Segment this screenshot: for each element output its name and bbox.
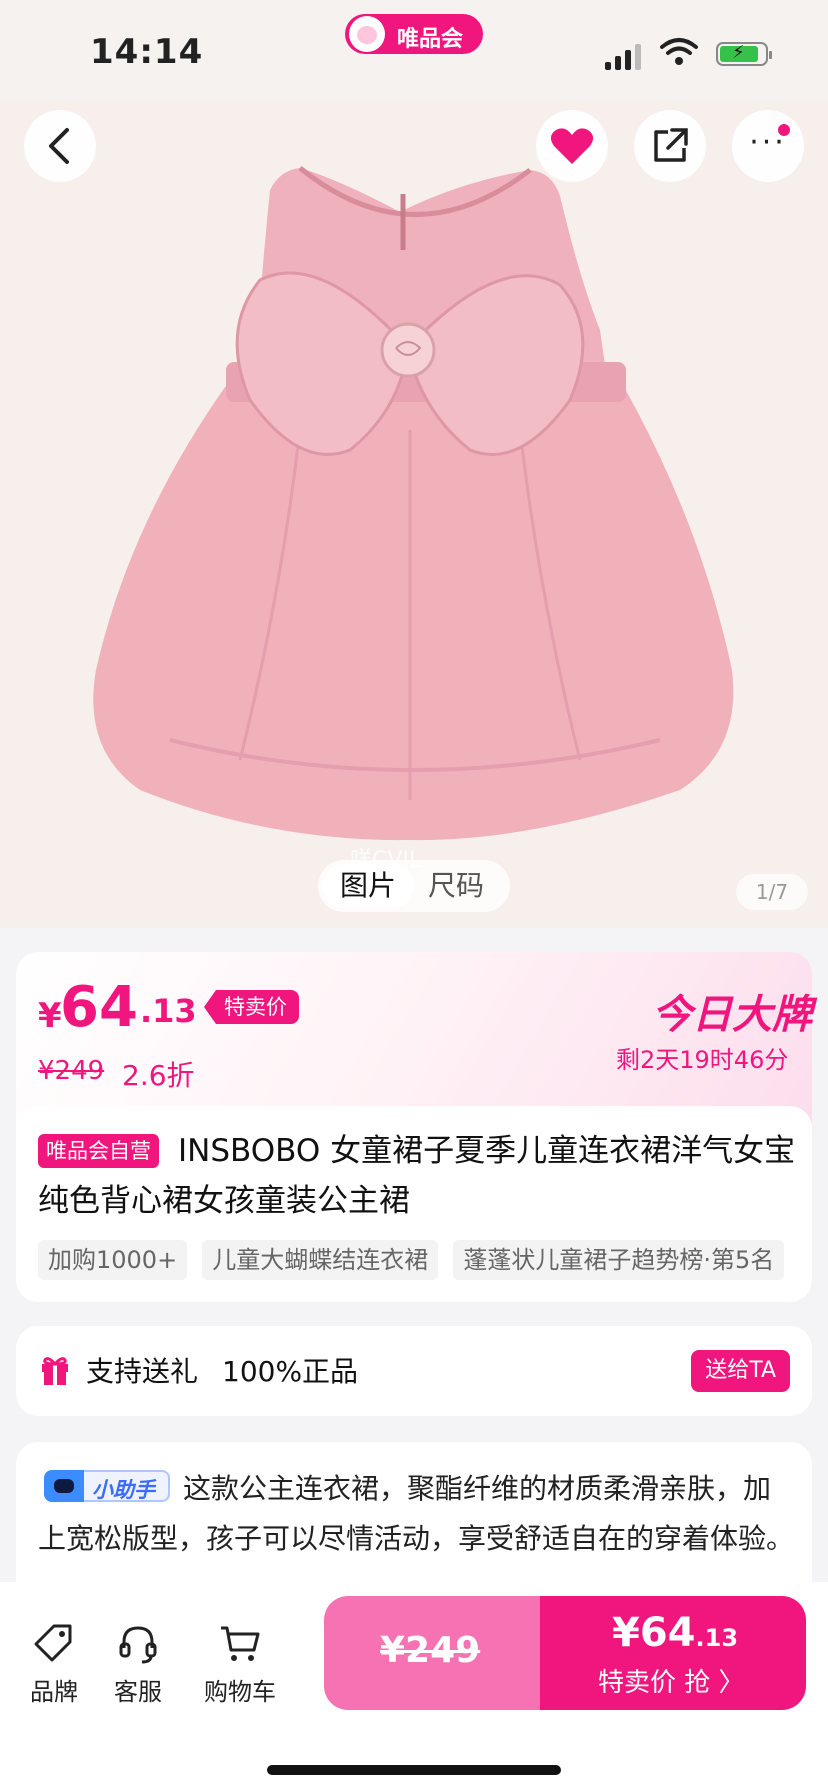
- chip-cart-count[interactable]: 加购1000+: [38, 1240, 188, 1280]
- favorite-button[interactable]: [536, 110, 608, 182]
- media-tabs: 图片 尺码: [318, 860, 510, 912]
- nav-cart[interactable]: 购物车: [200, 1622, 280, 1707]
- wifi-icon: [660, 38, 698, 65]
- notification-dot: [778, 124, 790, 136]
- signal-icon: [605, 42, 645, 70]
- bottom-bar: 品牌 客服 购物车 ¥249 ¥64.13 特卖价 抢 〉: [0, 1582, 828, 1792]
- sale-price-badge: 特卖价: [204, 990, 299, 1024]
- chevron-left-icon: [49, 128, 69, 164]
- gift-icon: [42, 1357, 68, 1385]
- original-price-button[interactable]: ¥249: [324, 1596, 540, 1710]
- share-button[interactable]: [634, 110, 706, 182]
- battery-icon: ⚡: [716, 42, 772, 66]
- image-counter: 1/7: [736, 874, 808, 910]
- nav-service[interactable]: 客服: [98, 1622, 178, 1707]
- home-indicator: [267, 1765, 561, 1775]
- tag-icon: [34, 1624, 72, 1662]
- app-badge-label: 唯品会: [397, 27, 464, 52]
- assistant-card: 这款公主连衣裙，聚酯纤维的材质柔滑亲肤，加上宽松版型，孩子可以尽情活动，享受舒适…: [16, 1442, 812, 1602]
- discount-label: 2.6折: [122, 1059, 195, 1092]
- send-gift-button[interactable]: 送给TA: [691, 1350, 790, 1392]
- nav-brand-label: 品牌: [30, 1678, 78, 1706]
- product-image[interactable]: [0, 100, 828, 928]
- back-button[interactable]: [24, 110, 96, 182]
- buy-original-price: ¥249: [380, 1630, 481, 1671]
- chip-category[interactable]: 儿童大蝴蝶结连衣裙: [202, 1240, 439, 1280]
- buy-now-label: 特卖价 抢 〉: [598, 1668, 745, 1698]
- assistant-tag: 小助手: [44, 1470, 170, 1502]
- nav-service-label: 客服: [114, 1678, 162, 1706]
- headset-icon: [119, 1626, 157, 1664]
- product-info-card: INSBOBO 女童裙子夏季儿童连衣裙洋气女宝纯色背心裙女孩童装公主裙 唯品会自…: [16, 1106, 812, 1302]
- gift-support-label: 支持送礼: [86, 1355, 199, 1388]
- tab-size[interactable]: 尺码: [428, 864, 484, 908]
- price-currency: ¥: [38, 996, 62, 1036]
- vip-logo-icon: [349, 16, 385, 52]
- nav-cart-label: 购物车: [204, 1678, 276, 1706]
- cart-icon: [221, 1626, 260, 1661]
- assistant-label: 小助手: [92, 1478, 155, 1502]
- share-icon: [654, 128, 688, 162]
- price-integer: 64: [60, 975, 138, 1040]
- product-chips: 加购1000+ 儿童大蝴蝶结连衣裙 蓬蓬状儿童裙子趋势榜·第5名: [38, 1240, 808, 1280]
- robot-icon: [44, 1470, 84, 1502]
- dress-image: [93, 166, 734, 841]
- self-operated-tag: 唯品会自营: [38, 1134, 159, 1168]
- authentic-label: 100%正品: [222, 1355, 359, 1388]
- buy-sale-price: ¥64.13: [612, 1610, 739, 1656]
- app-badge: 唯品会: [345, 14, 483, 54]
- countdown-timer: 剩2天19时46分: [616, 1046, 789, 1074]
- heart-icon: [550, 128, 594, 164]
- more-button[interactable]: ···: [732, 110, 804, 182]
- buy-now-button[interactable]: ¥64.13 特卖价 抢 〉: [540, 1596, 806, 1710]
- tab-photos[interactable]: 图片: [322, 864, 414, 908]
- gift-row: 支持送礼 100%正品 送给TA: [16, 1326, 812, 1416]
- nav-brand[interactable]: 品牌: [14, 1622, 94, 1707]
- brand-day-title: 今日大牌: [652, 992, 812, 1038]
- purchase-buttons: ¥249 ¥64.13 特卖价 抢 〉: [324, 1596, 806, 1710]
- chip-ranking[interactable]: 蓬蓬状儿童裙子趋势榜·第5名: [453, 1240, 785, 1280]
- price-decimal: .13: [140, 992, 197, 1030]
- original-price: ¥249: [38, 1056, 105, 1086]
- status-time: 14:14: [90, 32, 204, 72]
